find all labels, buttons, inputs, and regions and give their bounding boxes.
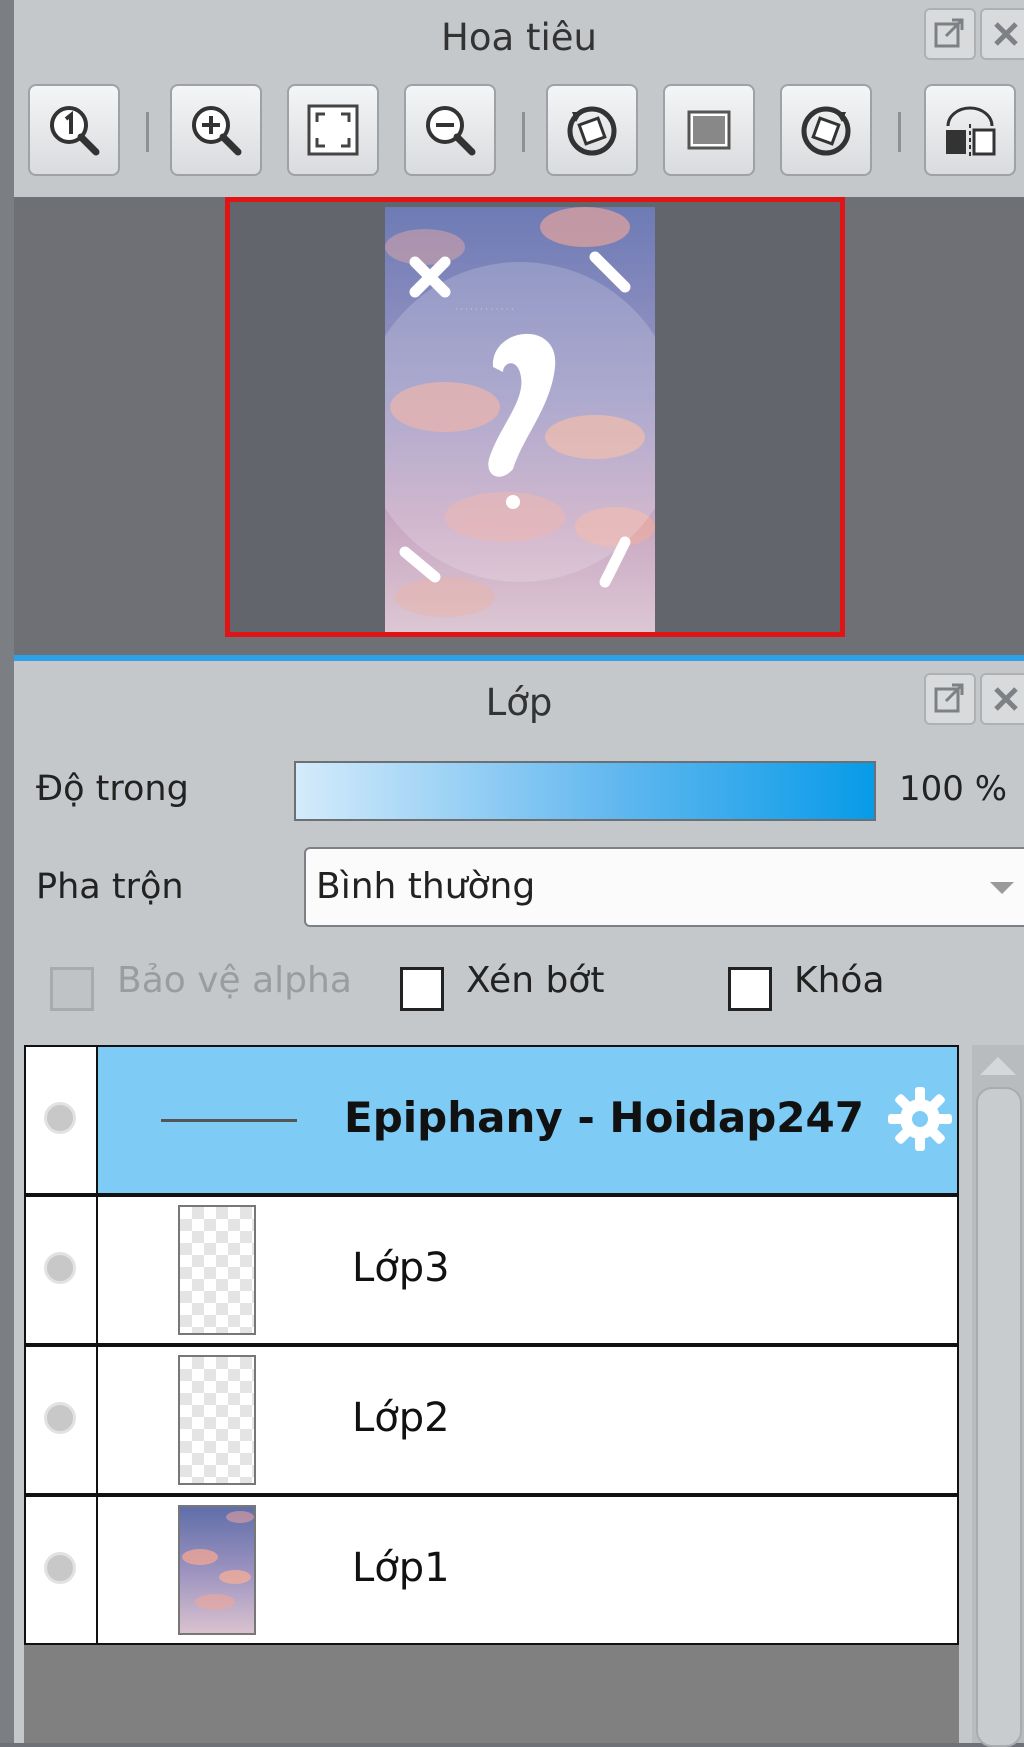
rotate-left-icon [567,106,617,156]
layer-thumbnail [178,1505,256,1635]
lock-checkbox[interactable] [728,967,772,1011]
navigator-close-button[interactable] [980,8,1024,60]
layer-name: Epiphany - Hoidap247 [344,1093,864,1142]
rotate-right-icon [801,106,851,156]
scroll-up-icon[interactable] [980,1057,1016,1075]
canvas-preview: · · · · · · · · · · · · [385,207,655,632]
flip-horizontal-button[interactable] [924,84,1016,176]
rotate-left-button[interactable] [546,84,638,176]
clipping-label: Xén bớt [466,960,605,1001]
panel-divider [14,655,1024,661]
visibility-toggle-icon[interactable] [44,1102,76,1134]
close-icon [994,687,1018,711]
folder-icon [161,1119,297,1122]
visibility-column [26,1197,98,1343]
navigator-view[interactable]: · · · · · · · · · · · · [14,197,1024,655]
fit-to-window-button[interactable] [287,84,379,176]
canvas-preview-image: · · · · · · · · · · · · [385,207,655,632]
navigator-panel: Hoa tiêu · · · · · · · · · · · · [14,0,1024,655]
scrollbar-thumb[interactable] [976,1087,1022,1747]
visibility-toggle-icon[interactable] [44,1252,76,1284]
clipping-checkbox[interactable] [400,967,444,1011]
zoom-in-button[interactable] [170,84,262,176]
toolbar-separator [522,112,525,152]
layer-row[interactable]: Lớp1 [24,1495,959,1645]
popout-icon [934,18,964,48]
zoom-in-icon [192,106,242,156]
layer-row-folder[interactable]: Epiphany - Hoidap247 [24,1045,959,1195]
sky-thumbnail-image [180,1507,254,1633]
protect-alpha-checkbox[interactable] [50,967,94,1011]
navigator-detach-button[interactable] [924,8,976,60]
reset-rotation-icon [687,110,731,150]
visibility-toggle-icon[interactable] [44,1552,76,1584]
layer-list-scrollbar[interactable] [972,1045,1024,1747]
fit-to-window-icon [307,104,359,156]
chevron-down-icon [990,882,1014,894]
rotate-right-button[interactable] [780,84,872,176]
zoom-out-icon [426,106,476,156]
navigator-toolbar [14,82,1024,182]
visibility-column [26,1347,98,1493]
popout-icon [934,683,964,713]
layer-panel: Lớp Độ trong 100 % Pha trộn Bình thường … [14,655,1024,1747]
layer-thumbnail [178,1355,256,1485]
actual-size-icon [50,106,100,156]
navigator-title: Hoa tiêu [441,16,597,59]
visibility-column [26,1047,98,1193]
layer-name: Lớp2 [352,1395,450,1441]
layer-thumbnail [178,1205,256,1335]
layer-list: Epiphany - Hoidap247 Lớp3 Lớp2 Lớp1 [24,1045,959,1743]
blend-mode-label: Pha trộn [36,867,184,907]
opacity-label: Độ trong [36,769,189,809]
layer-row[interactable]: Lớp3 [24,1195,959,1345]
lock-label: Khóa [794,960,885,1001]
layer-detach-button[interactable] [924,673,976,725]
gear-icon[interactable] [886,1085,954,1153]
blend-mode-value: Bình thường [316,866,536,907]
toolbar-separator [146,112,149,152]
protect-alpha-label: Bảo vệ alpha [117,960,352,1001]
opacity-slider[interactable] [294,761,876,821]
reset-rotation-button[interactable] [663,84,755,176]
zoom-out-button[interactable] [404,84,496,176]
opacity-value: 100 % [899,769,1008,809]
visibility-toggle-icon[interactable] [44,1402,76,1434]
layer-panel-title: Lớp [485,681,553,724]
svg-text:· · · · · · · · · · · ·: · · · · · · · · · · · · [455,305,514,314]
blend-mode-select[interactable]: Bình thường [304,847,1024,927]
navigator-viewport-frame[interactable]: · · · · · · · · · · · · [225,197,845,637]
toolbar-separator [898,112,901,152]
visibility-column [26,1497,98,1643]
layer-row[interactable]: Lớp2 [24,1345,959,1495]
layer-close-button[interactable] [980,673,1024,725]
left-edge-strip [0,0,14,1743]
layer-name: Lớp1 [352,1545,450,1591]
flip-horizontal-icon [946,106,996,158]
layer-name: Lớp3 [352,1245,450,1291]
actual-size-button[interactable] [28,84,120,176]
close-icon [994,22,1018,46]
